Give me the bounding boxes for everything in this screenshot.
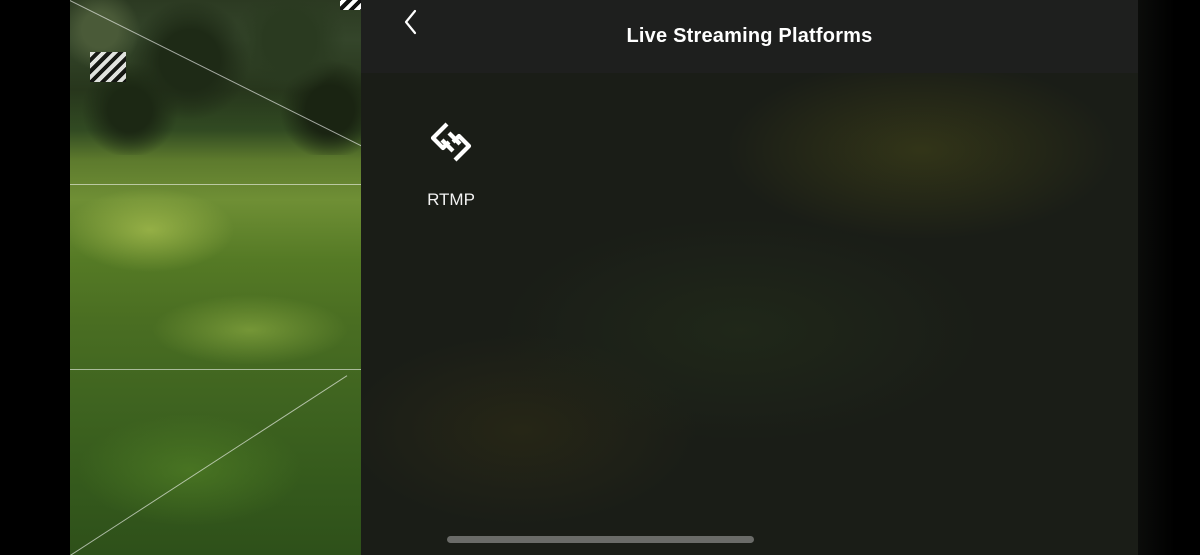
screen-edge — [1138, 0, 1200, 555]
platform-label: RTMP — [427, 190, 475, 209]
home-indicator[interactable] — [447, 536, 754, 543]
overexposure-zebra-top — [340, 0, 361, 10]
panel-header: Live Streaming Platforms — [361, 0, 1138, 73]
grid-diagonal-bottom — [70, 375, 348, 555]
screen: Live Streaming Platforms RTMP — [0, 0, 1200, 555]
link-icon — [430, 122, 472, 162]
page-title: Live Streaming Platforms — [626, 25, 873, 47]
grid-line-top — [70, 184, 361, 185]
grid-line-bottom — [70, 369, 361, 370]
streaming-platforms-panel: Live Streaming Platforms RTMP — [361, 0, 1138, 555]
platform-rtmp[interactable]: RTMP — [421, 118, 481, 218]
overexposure-zebra-left — [90, 52, 126, 82]
camera-live-view — [70, 0, 361, 555]
